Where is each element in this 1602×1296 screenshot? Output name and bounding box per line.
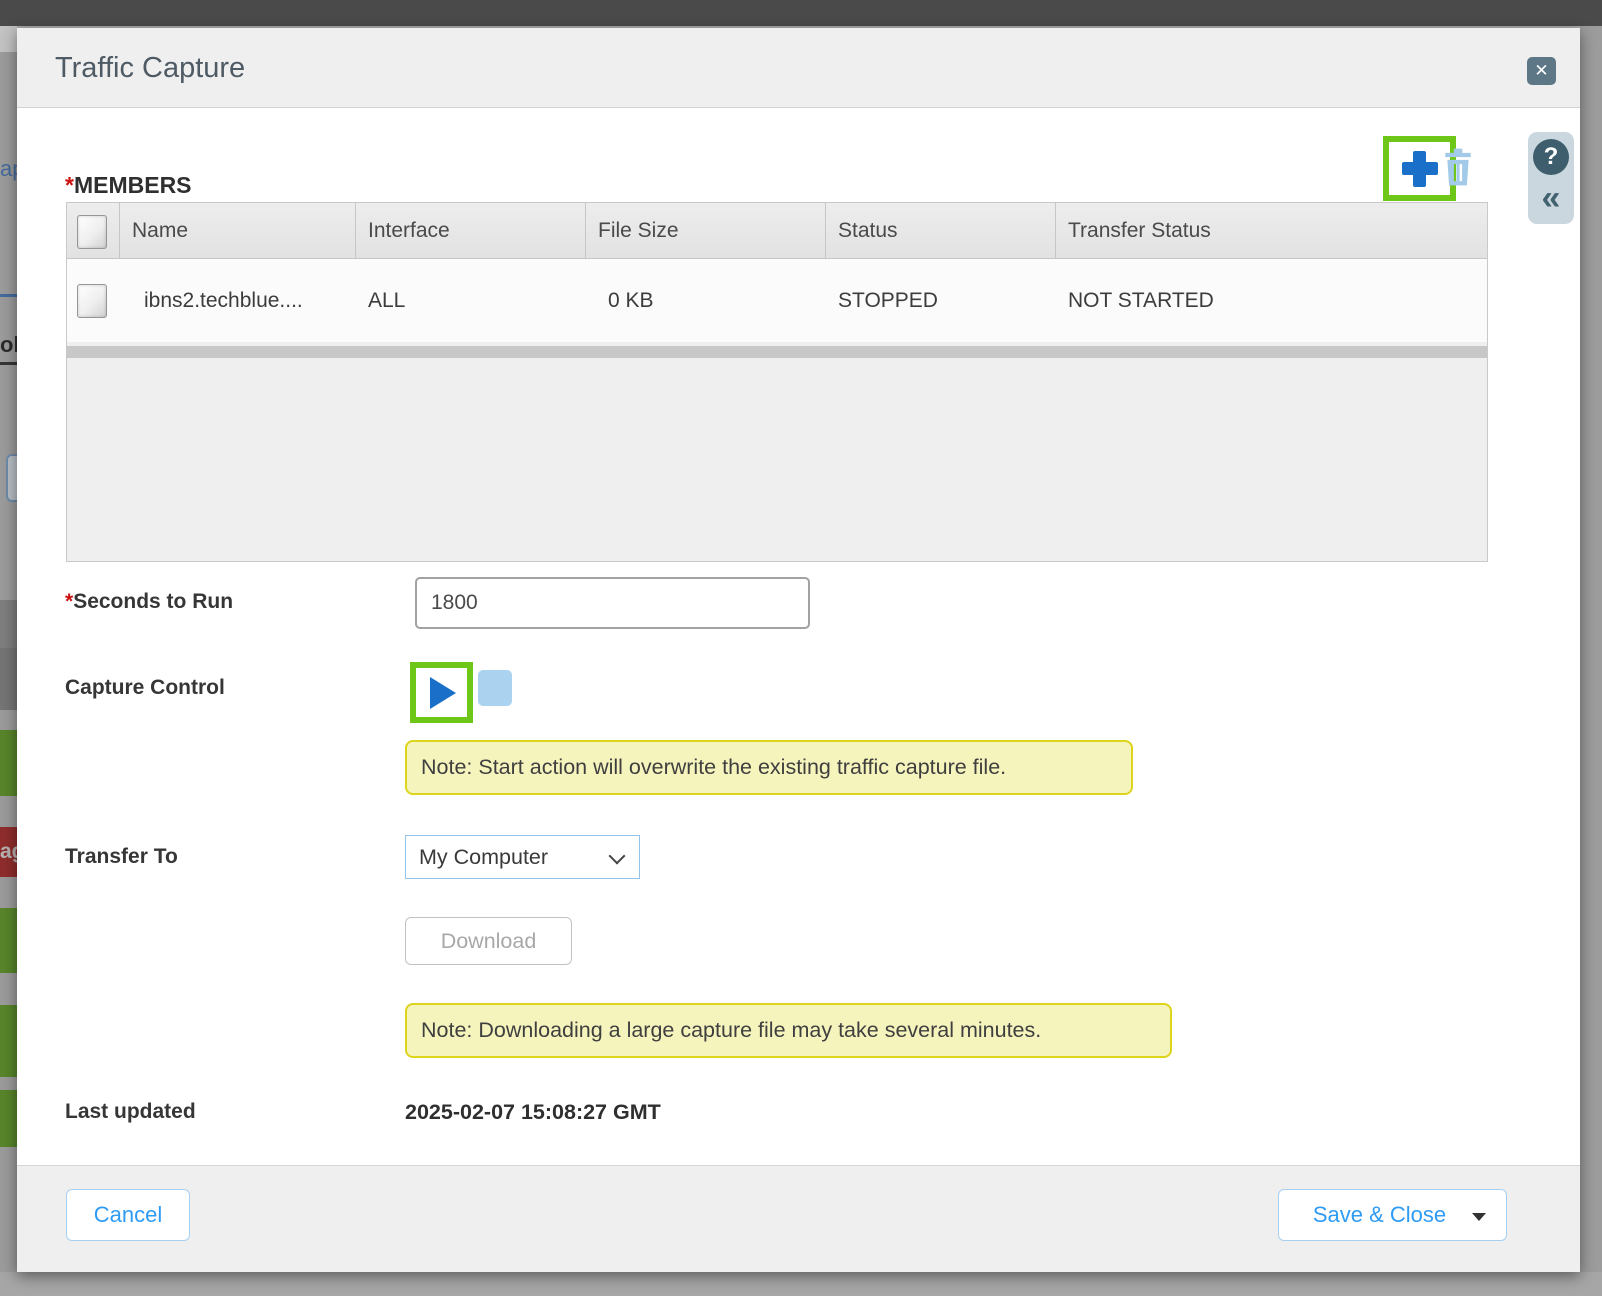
column-header-status[interactable]: Status — [826, 203, 1056, 259]
dialog-title: Traffic Capture — [55, 52, 245, 85]
save-close-label: Save & Close — [1313, 1202, 1446, 1227]
last-updated-label: Last updated — [65, 1100, 196, 1124]
stop-icon[interactable] — [478, 670, 512, 706]
capture-control-label: Capture Control — [65, 676, 225, 700]
play-icon[interactable] — [430, 677, 456, 709]
members-label: *MEMBERS — [65, 172, 192, 199]
delete-icon[interactable] — [1441, 146, 1475, 188]
last-updated-value: 2025-02-07 15:08:27 GMT — [405, 1100, 661, 1125]
transfer-to-value: My Computer — [419, 836, 548, 878]
traffic-capture-dialog: Traffic Capture ✕ *MEMBERS ? « Name Inte… — [17, 28, 1580, 1272]
transfer-to-select[interactable]: My Computer — [405, 835, 640, 879]
chevron-down-icon — [609, 848, 626, 865]
background-page-strip-bottom — [0, 1272, 1602, 1296]
table-empty-area — [67, 358, 1487, 561]
background-page-strip-right — [1580, 26, 1602, 1296]
cancel-button[interactable]: Cancel — [66, 1189, 190, 1241]
members-table-header: Name Interface File Size Status Transfer… — [67, 203, 1487, 259]
dialog-header: Traffic Capture ✕ — [17, 28, 1580, 108]
close-icon[interactable]: ✕ — [1527, 57, 1556, 85]
members-table: Name Interface File Size Status Transfer… — [66, 202, 1488, 562]
cell-name: ibns2.techblue.... — [120, 259, 356, 342]
start-note: Note: Start action will overwrite the ex… — [405, 740, 1133, 795]
horizontal-scrollbar[interactable] — [67, 346, 1487, 358]
collapse-icon[interactable]: « — [1528, 178, 1574, 218]
trash-icon — [1441, 146, 1475, 188]
modal-dim-overlay — [0, 52, 17, 1296]
cell-transfer-status: NOT STARTED — [1056, 259, 1489, 342]
cell-file-size: 0 KB — [586, 259, 826, 342]
download-note: Note: Downloading a large capture file m… — [405, 1003, 1172, 1058]
row-checkbox[interactable] — [77, 284, 107, 318]
transfer-to-label: Transfer To — [65, 845, 178, 869]
background-page-strip: ap ol ag — [0, 26, 17, 1296]
header-checkbox-cell — [67, 203, 120, 259]
members-label-text: MEMBERS — [74, 172, 192, 198]
start-capture-highlight-box — [410, 662, 473, 723]
required-asterisk: * — [65, 590, 73, 613]
help-panel: ? « — [1528, 132, 1574, 224]
browser-top-bar — [0, 0, 1602, 26]
column-header-interface[interactable]: Interface — [356, 203, 586, 259]
dialog-footer: Cancel Save & Close — [17, 1165, 1580, 1272]
help-icon[interactable]: ? — [1533, 139, 1569, 175]
column-header-transfer-status[interactable]: Transfer Status — [1056, 203, 1489, 259]
cell-status: STOPPED — [826, 259, 1056, 342]
seconds-to-run-label-text: Seconds to Run — [73, 590, 233, 613]
caret-down-icon — [1472, 1213, 1486, 1221]
save-close-button[interactable]: Save & Close — [1278, 1189, 1507, 1241]
seconds-to-run-label: *Seconds to Run — [65, 590, 233, 614]
download-button[interactable]: Download — [405, 917, 572, 965]
seconds-to-run-input[interactable] — [415, 577, 810, 629]
column-header-name[interactable]: Name — [120, 203, 356, 259]
column-header-file-size[interactable]: File Size — [586, 203, 826, 259]
select-all-checkbox[interactable] — [77, 215, 107, 249]
cell-interface: ALL — [356, 259, 586, 342]
required-asterisk: * — [65, 172, 74, 198]
table-row[interactable]: ibns2.techblue.... ALL 0 KB STOPPED NOT … — [67, 259, 1487, 342]
add-icon[interactable] — [1400, 149, 1440, 189]
